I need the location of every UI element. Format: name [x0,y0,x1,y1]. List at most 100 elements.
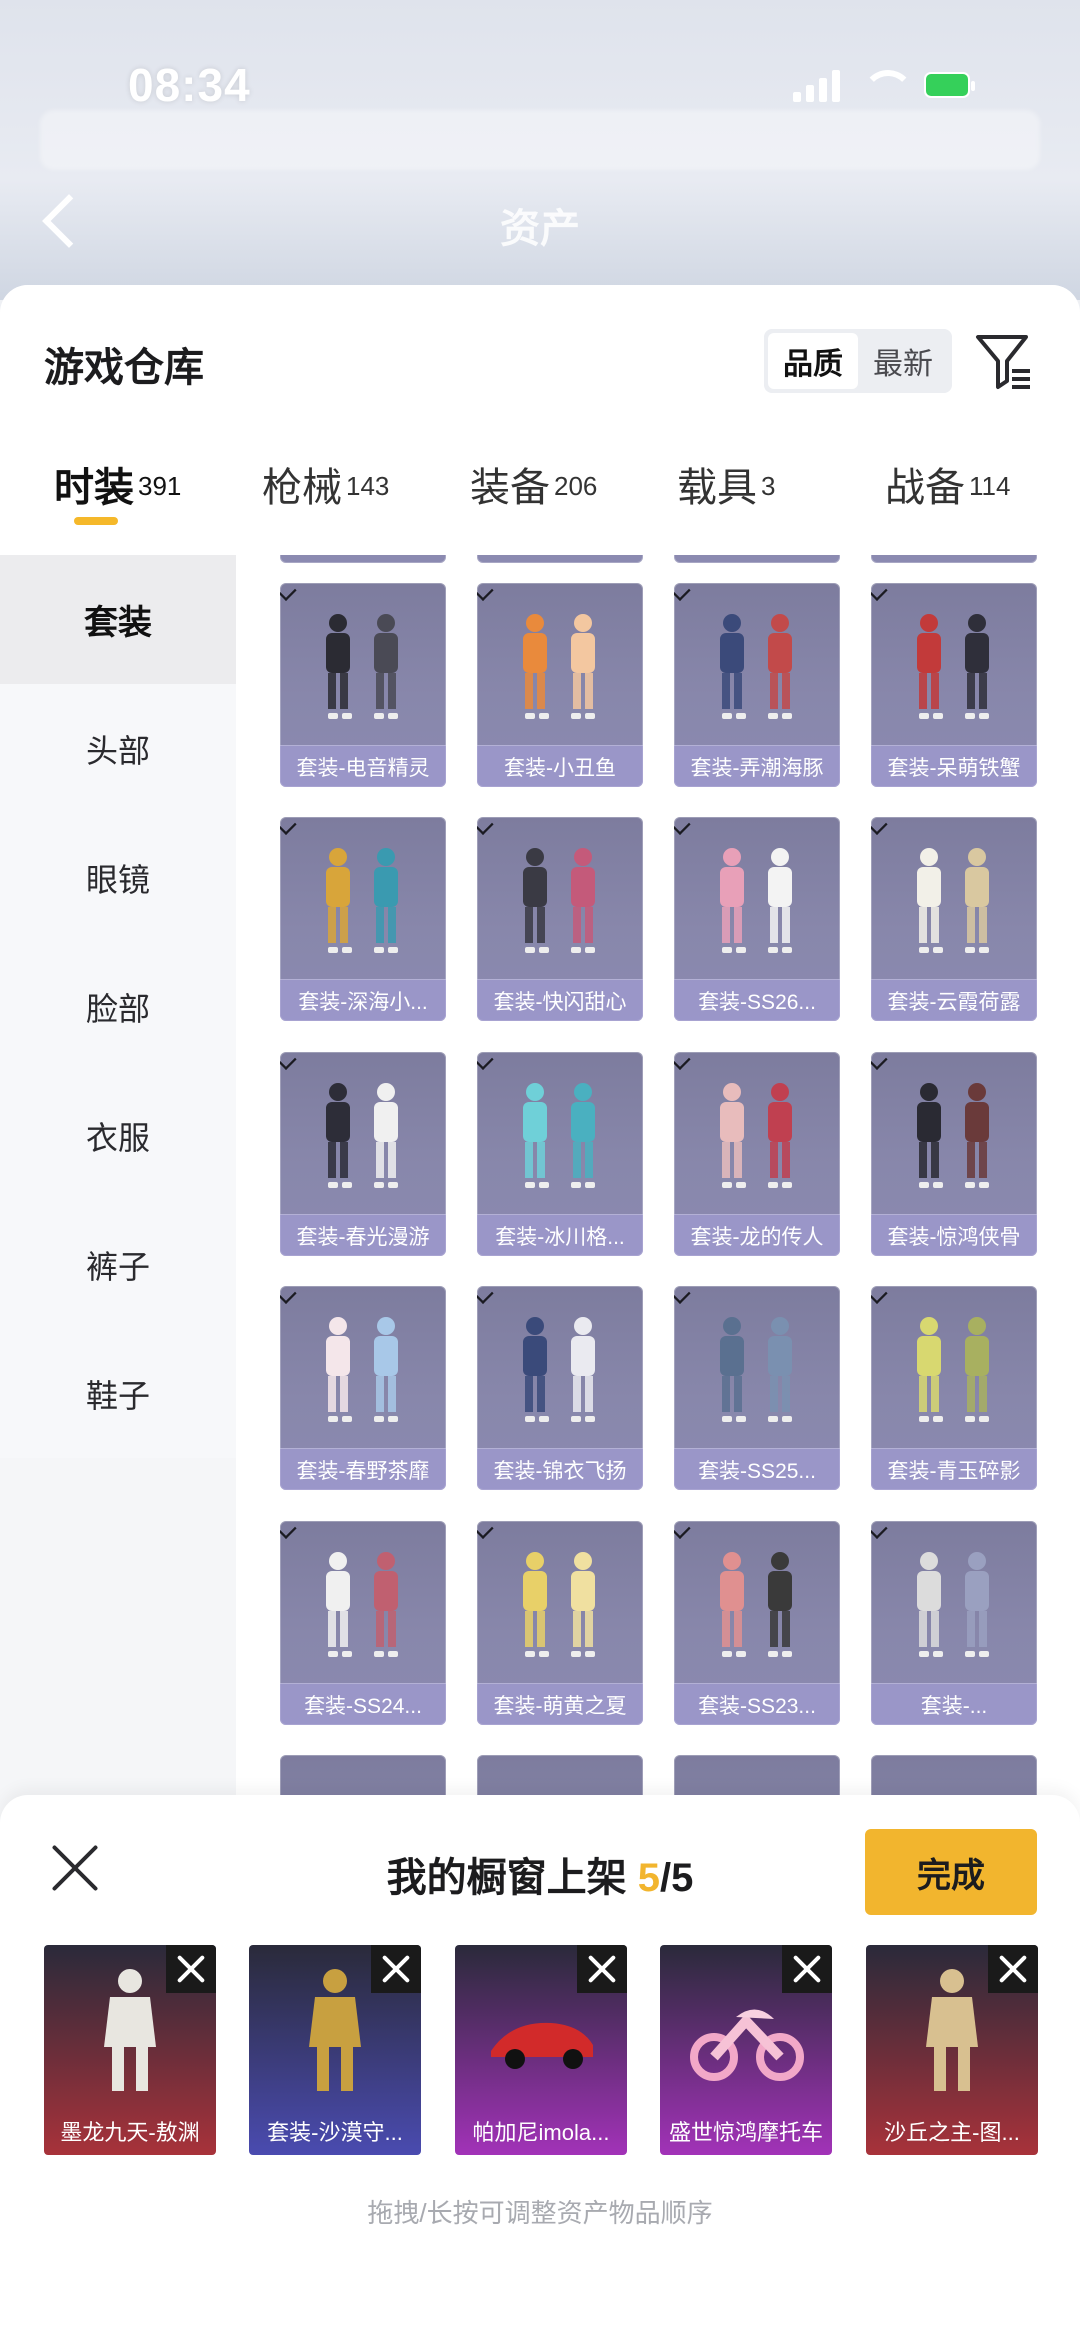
owned-check-icon [477,1052,494,1070]
item-card-label: 套装-SS23... [674,1683,840,1725]
item-card[interactable]: 套装-惊鸿侠骨 [871,1052,1037,1256]
item-card-partial[interactable] [477,555,643,563]
tab-guns[interactable]: 枪械 143 [262,455,389,555]
remove-item-icon[interactable] [166,1945,216,1993]
item-card-label: 套装-快闪甜心 [477,979,643,1021]
item-card[interactable]: 套装-呆萌铁蟹 [871,583,1037,787]
tab-count: 143 [346,470,390,501]
sidebar-item-shoes[interactable]: 鞋子 [0,1329,236,1458]
item-card[interactable]: 套装-春光漫游 [280,1052,446,1256]
sheet-title: 游戏仓库 [44,346,204,390]
tab-equipment[interactable]: 装备 206 [470,455,597,555]
item-card[interactable]: 套装-SS25... [674,1286,840,1490]
item-card[interactable]: 套装-深海小... [280,817,446,1021]
item-card-label: 套装-SS24... [280,1683,446,1725]
item-card-label: 套装-电音精灵 [280,745,446,787]
status-icons [793,68,975,102]
item-card[interactable]: 套装-SS26... [674,817,840,1021]
outfit-image [326,614,398,719]
done-button[interactable]: 完成 [865,1829,1037,1915]
item-card[interactable]: 套装-电音精灵 [280,583,446,787]
showcase-slot-label: 盛世惊鸿摩托车 [668,2120,823,2145]
showcase-slot[interactable]: 套装-沙漠守... [249,1945,421,2155]
tab-label: 时装 [54,466,134,510]
filter-icon[interactable] [974,331,1034,393]
sidebar-rest: 头部 眼镜 脸部 衣服 裤子 鞋子 [0,684,236,1458]
item-card[interactable]: 套装-龙的传人 [674,1052,840,1256]
wifi-icon [860,68,914,102]
item-card-label: 套装-呆萌铁蟹 [871,745,1037,787]
item-card[interactable]: 套装-SS23... [674,1521,840,1725]
showcase-slot[interactable]: 沙丘之主-图... [866,1945,1038,2155]
item-card-partial[interactable] [674,555,840,563]
reorder-hint: 拖拽/长按可调整资产物品顺序 [367,2198,713,2228]
outfit-image [326,1083,398,1188]
tab-combat-supplies[interactable]: 战备 114 [885,455,1010,555]
showcase-slot[interactable]: 墨龙九天-敖渊 [44,1945,216,2155]
sort-newest-button[interactable]: 最新 [858,333,948,389]
outfit-image [720,1083,792,1188]
tab-fashion[interactable]: 时装 391 [54,455,181,555]
item-card-label: 套装-青玉碎影 [871,1448,1037,1490]
sidebar-item-glasses[interactable]: 眼镜 [0,813,236,942]
sheet-header: 游戏仓库 品质 最新 时装 391 枪械 143 装备 206 载具 3 战备 … [0,285,1080,555]
showcase-slot[interactable]: 盛世惊鸿摩托车 [660,1945,832,2155]
tab-count: 391 [138,470,182,501]
owned-check-icon [280,1521,297,1539]
sidebar-item-clothes[interactable]: 衣服 [0,1071,236,1200]
tab-count: 206 [554,470,598,501]
item-card[interactable]: 套装-春野茶靡 [280,1286,446,1490]
showcase-slot-label: 套装-沙漠守... [267,2120,403,2145]
owned-check-icon [477,1286,494,1304]
outfit-image [523,1083,595,1188]
item-card[interactable]: 套装-云霞荷露 [871,817,1037,1021]
owned-check-icon [477,817,494,835]
tab-vehicles[interactable]: 载具 3 [677,455,775,555]
remove-item-icon[interactable] [988,1945,1038,1993]
item-card[interactable]: 套装-锦衣飞扬 [477,1286,643,1490]
remove-item-icon[interactable] [782,1945,832,1993]
item-card-label: 套装-龙的传人 [674,1214,840,1256]
outfit-image [326,848,398,953]
owned-check-icon [674,1052,691,1070]
owned-check-icon [871,1052,888,1070]
tab-label: 载具 [677,466,757,510]
tab-label: 枪械 [262,466,342,510]
remove-item-icon[interactable] [577,1945,627,1993]
item-card[interactable]: 套装-萌黄之夏 [477,1521,643,1725]
owned-check-icon [477,1521,494,1539]
item-card[interactable]: 套装-SS24... [280,1521,446,1725]
sort-toggle: 品质 最新 [764,329,952,393]
sidebar-item-face[interactable]: 脸部 [0,942,236,1071]
item-card-partial[interactable] [871,555,1037,563]
item-card-label: 套装-SS26... [674,979,840,1021]
item-card-label: 套装-SS25... [674,1448,840,1490]
showcase-slot[interactable]: 帕加尼imola... [455,1945,627,2155]
owned-check-icon [871,583,888,601]
item-card[interactable]: 套装-弄潮海豚 [674,583,840,787]
sidebar-item-pants[interactable]: 裤子 [0,1200,236,1329]
owned-check-icon [674,583,691,601]
item-card-partial[interactable] [280,555,446,563]
sort-quality-button[interactable]: 品质 [768,333,858,389]
item-card[interactable]: 套装-... [871,1521,1037,1725]
outfit-image [917,1083,989,1188]
owned-check-icon [674,817,691,835]
outfit-image [326,1552,398,1657]
sidebar-item-suits[interactable]: 套装 [0,555,236,684]
item-card-label: 套装-冰川格... [477,1214,643,1256]
outfit-image [917,1552,989,1657]
item-card-label: 套装-惊鸿侠骨 [871,1214,1037,1256]
showcase-slot-label: 帕加尼imola... [472,2120,610,2145]
item-card[interactable]: 套装-快闪甜心 [477,817,643,1021]
owned-check-icon [280,583,297,601]
outfit-image [523,614,595,719]
remove-item-icon[interactable] [371,1945,421,1993]
status-time: 08:34 [128,59,251,111]
sidebar-item-head[interactable]: 头部 [0,684,236,813]
item-card[interactable]: 套装-冰川格... [477,1052,643,1256]
item-card[interactable]: 套装-小丑鱼 [477,583,643,787]
outfit-image [523,1552,595,1657]
item-card[interactable]: 套装-青玉碎影 [871,1286,1037,1490]
outfit-image [523,848,595,953]
